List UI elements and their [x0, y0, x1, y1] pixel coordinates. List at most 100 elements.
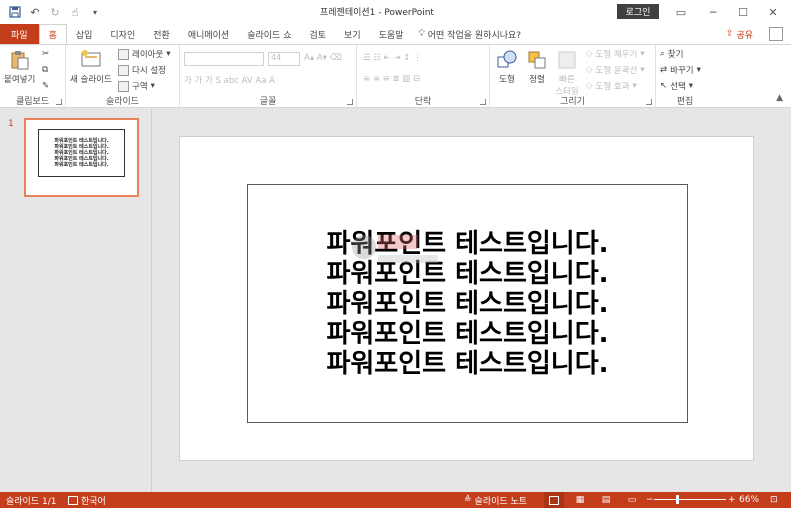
- zoom-slider[interactable]: [654, 499, 726, 500]
- shape-fill-button[interactable]: ◇ 도형 채우기 ▾: [586, 48, 645, 60]
- slideshow-icon[interactable]: ▭: [624, 492, 640, 508]
- thumbnail-line: 파워포인트 테스트입니다.: [54, 162, 109, 168]
- slide[interactable]: 파워포인트 테스트입니다. 파워포인트 테스트입니다. 파워포인트 테스트입니다…: [179, 136, 754, 461]
- reset-icon: [118, 64, 129, 76]
- select-icon: ↖: [660, 81, 668, 91]
- drawing-launcher-icon[interactable]: [646, 99, 652, 105]
- zoom-in-icon[interactable]: +: [728, 492, 736, 508]
- copy-icon[interactable]: ⧉: [42, 65, 48, 75]
- slide-thumbnail[interactable]: 파워포인트 테스트입니다. 파워포인트 테스트입니다. 파워포인트 테스트입니다…: [24, 118, 139, 197]
- shape-outline-button[interactable]: ◇ 도형 윤곽선 ▾: [586, 64, 645, 76]
- lightbulb-icon: 💡︎: [418, 29, 425, 39]
- arrange-button[interactable]: 정렬: [526, 49, 548, 85]
- tab-slideshow[interactable]: 슬라이드 쇼: [238, 24, 300, 44]
- slide-thumbnail-pane: 1 파워포인트 테스트입니다. 파워포인트 테스트입니다. 파워포인트 테스트입…: [0, 109, 152, 492]
- tab-help[interactable]: 도움말: [370, 24, 413, 44]
- replace-icon: ⇄: [660, 65, 668, 75]
- font-label: 글꼴: [259, 97, 277, 107]
- customize-icon[interactable]: ▾: [88, 5, 102, 19]
- arrange-icon: [528, 51, 546, 69]
- format-painter-icon[interactable]: ✎: [42, 81, 49, 91]
- paragraph-launcher-icon[interactable]: [480, 99, 486, 105]
- minimize-icon[interactable]: ─: [697, 0, 729, 24]
- slide-editor: 파워포인트 테스트입니다. 파워포인트 테스트입니다. 파워포인트 테스트입니다…: [153, 109, 791, 492]
- language-indicator[interactable]: 한국어: [68, 492, 106, 508]
- zoom-out-icon[interactable]: −: [646, 492, 654, 508]
- collapse-ribbon-icon[interactable]: ▲: [776, 93, 783, 103]
- zoom-slider-thumb[interactable]: [676, 495, 679, 504]
- clipboard-group: 붙여넣기 ✂ ⧉ ✎ 클립보드: [0, 45, 66, 109]
- status-bar: 슬라이드 1/1 한국어 ≙ 슬라이드 노트 ▦ ▤ ▭ − + 66% ⊡: [0, 492, 791, 508]
- outline-icon: ◇: [586, 65, 593, 75]
- zoom-level[interactable]: 66%: [739, 492, 759, 508]
- slide-text-line: 파워포인트 테스트입니다.: [326, 318, 609, 349]
- ribbon: 붙여넣기 ✂ ⧉ ✎ 클립보드 새 슬라이드 레이아웃 ▾ 다시 설정 구역 ▾ 슬…: [0, 44, 791, 109]
- tab-design[interactable]: 디자인: [101, 24, 144, 44]
- quick-styles-icon: [558, 51, 576, 69]
- share-label: 공유: [736, 30, 753, 41]
- redo-icon[interactable]: ↻: [48, 5, 62, 19]
- cut-icon[interactable]: ✂: [42, 49, 49, 59]
- shapes-button[interactable]: 도형: [496, 49, 518, 85]
- tab-home[interactable]: 홈: [38, 24, 67, 44]
- slide-sorter-icon[interactable]: ▦: [572, 492, 588, 508]
- shape-effects-button[interactable]: ◇ 도형 효과 ▾: [586, 80, 637, 92]
- paragraph-label: 단락: [414, 97, 432, 107]
- share-button[interactable]: ⇪ 공유: [726, 24, 753, 44]
- new-slide-icon: [81, 50, 101, 67]
- font-format-icons[interactable]: 가 가 가 S abc AV Aa A: [184, 74, 275, 86]
- comments-icon[interactable]: [769, 27, 783, 41]
- share-icon: ⇪: [725, 29, 734, 39]
- thumbnail-textbox: 파워포인트 테스트입니다. 파워포인트 테스트입니다. 파워포인트 테스트입니다…: [38, 129, 125, 177]
- list-indent-icons[interactable]: ☰ ☷ ⇤ ⇥ ↕ ⋮: [363, 53, 422, 63]
- layout-button[interactable]: 레이아웃 ▾: [118, 48, 171, 60]
- slides-label: 슬라이드: [105, 97, 140, 107]
- section-icon: [118, 80, 129, 92]
- reading-view-icon[interactable]: ▤: [598, 492, 614, 508]
- tab-review[interactable]: 검토: [300, 24, 335, 44]
- notes-icon: ≙: [464, 495, 472, 505]
- notes-button[interactable]: ≙ 슬라이드 노트: [464, 492, 527, 508]
- spellcheck-icon: [68, 495, 78, 505]
- drawing-group: 도형 정렬 빠른 스타일 ◇ 도형 채우기 ▾ ◇ 도형 윤곽선 ▾ ◇ 도형 효과 ▾ 그…: [490, 45, 656, 109]
- ribbon-display-options-icon[interactable]: ▭: [665, 0, 697, 24]
- save-icon[interactable]: [8, 5, 22, 19]
- font-grow-shrink-icons[interactable]: A▴ A▾ ⌫: [304, 53, 342, 63]
- editing-group: ⌕ 찾기 ⇄ 바꾸기 ▾ ↖ 선택 ▾ 편집: [656, 45, 714, 109]
- tab-animations[interactable]: 애니메이션: [179, 24, 238, 44]
- select-button[interactable]: ↖ 선택 ▾: [660, 80, 693, 92]
- replace-button[interactable]: ⇄ 바꾸기 ▾: [660, 64, 701, 76]
- drawing-label: 그리기: [560, 97, 585, 107]
- paste-button[interactable]: 붙여넣기: [4, 49, 35, 85]
- quick-styles-button[interactable]: 빠른 스타일: [554, 49, 580, 97]
- tab-transitions[interactable]: 전환: [144, 24, 179, 44]
- slide-text-line: 파워포인트 테스트입니다.: [326, 288, 609, 319]
- undo-icon[interactable]: ↶: [28, 5, 42, 19]
- touch-mode-icon[interactable]: ☝: [68, 5, 82, 19]
- find-button[interactable]: ⌕ 찾기: [660, 48, 683, 60]
- close-icon[interactable]: ✕: [757, 0, 789, 24]
- login-button[interactable]: 로그인: [617, 4, 659, 19]
- font-launcher-icon[interactable]: [347, 99, 353, 105]
- font-name-dropdown[interactable]: [184, 52, 264, 66]
- tab-insert[interactable]: 삽입: [67, 24, 102, 44]
- section-button[interactable]: 구역 ▾: [118, 80, 155, 92]
- slide-textbox[interactable]: 파워포인트 테스트입니다. 파워포인트 테스트입니다. 파워포인트 테스트입니다…: [247, 184, 688, 423]
- font-size-dropdown[interactable]: 44: [268, 52, 300, 66]
- fill-icon: ◇: [586, 49, 593, 59]
- slide-number: 1: [8, 119, 14, 129]
- new-slide-button[interactable]: 새 슬라이드: [70, 49, 112, 85]
- slide-count: 슬라이드 1/1: [6, 496, 57, 507]
- fit-slide-icon[interactable]: ⊡: [770, 492, 778, 508]
- tab-file[interactable]: 파일: [0, 24, 39, 44]
- title-bar: ↶ ↻ ☝ ▾ 프레젠테이션1 - PowerPoint 로그인 ▭ ─ ☐ ✕: [0, 0, 791, 24]
- align-icons[interactable]: ≡ ≡ ≡ ≣ ▥ ⊟: [363, 74, 420, 84]
- quick-access-toolbar: ↶ ↻ ☝ ▾: [0, 0, 102, 24]
- clipboard-launcher-icon[interactable]: [56, 99, 62, 105]
- tab-view[interactable]: 보기: [335, 24, 370, 44]
- slides-group: 새 슬라이드 레이아웃 ▾ 다시 설정 구역 ▾ 슬라이드: [66, 45, 180, 109]
- tell-me-box[interactable]: 💡︎ 어떤 작업을 원하시나요?: [412, 24, 527, 44]
- normal-view-icon[interactable]: [544, 492, 564, 508]
- maximize-icon[interactable]: ☐: [727, 0, 759, 24]
- reset-button[interactable]: 다시 설정: [118, 64, 166, 76]
